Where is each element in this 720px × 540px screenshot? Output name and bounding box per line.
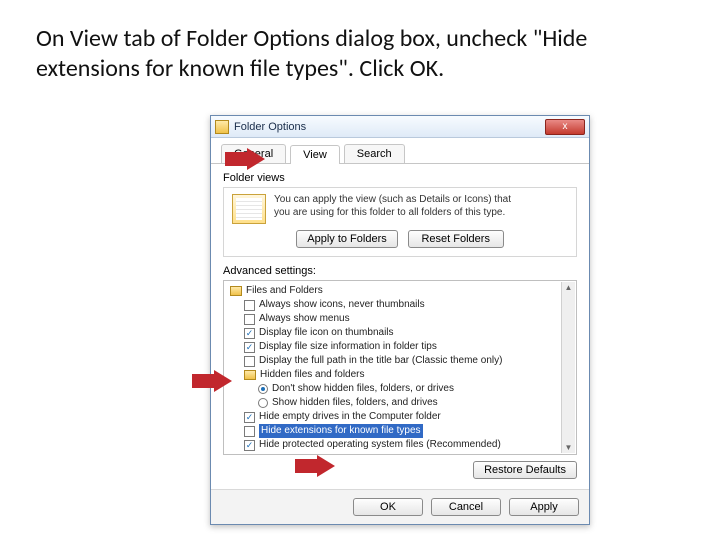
- tree-radio-label: Show hidden files, folders, and drives: [272, 396, 438, 410]
- scrollbar[interactable]: [561, 282, 575, 453]
- dialog-buttons: OK Cancel Apply: [211, 489, 589, 524]
- tab-view[interactable]: View: [290, 145, 340, 164]
- apply-button[interactable]: Apply: [509, 498, 579, 516]
- callout-arrow-hide-extensions: [192, 370, 232, 392]
- tab-search[interactable]: Search: [344, 144, 405, 163]
- tree-item[interactable]: Always show menus: [242, 312, 572, 326]
- tree-item[interactable]: Display file icon on thumbnails: [242, 326, 572, 340]
- cancel-button[interactable]: Cancel: [431, 498, 501, 516]
- radio-icon[interactable]: [258, 384, 268, 394]
- folder-icon: [230, 286, 242, 296]
- tree-group-hidden: Hidden files and folders: [242, 368, 572, 382]
- ok-button[interactable]: OK: [353, 498, 423, 516]
- checkbox-icon[interactable]: [244, 426, 255, 437]
- instruction-text: On View tab of Folder Options dialog box…: [36, 24, 596, 84]
- checkbox-icon[interactable]: [244, 328, 255, 339]
- tree-item-label: Display the full path in the title bar (…: [259, 354, 502, 368]
- tree-radio-label: Don't show hidden files, folders, or dri…: [272, 382, 454, 396]
- tree-item-label: Display file icon on thumbnails: [259, 326, 394, 340]
- folder-views-icon: [232, 194, 266, 224]
- tree-radio[interactable]: Show hidden files, folders, and drives: [256, 396, 572, 410]
- folder-options-dialog: Folder Options x General View Search Fol…: [210, 115, 590, 525]
- folder-icon: [244, 370, 256, 380]
- advanced-settings-label: Advanced settings:: [223, 265, 577, 277]
- tree-root: Files and Folders: [228, 284, 572, 298]
- tree-item-label: Always show icons, never thumbnails: [259, 298, 425, 312]
- tabstrip: General View Search: [211, 138, 589, 164]
- tree-item[interactable]: Display the full path in the title bar (…: [242, 354, 572, 368]
- tree-item-label: Hide extensions for known file types: [259, 424, 423, 438]
- dialog-title: Folder Options: [234, 121, 545, 133]
- tree-item-label: Display file size information in folder …: [259, 340, 437, 354]
- restore-defaults-button[interactable]: Restore Defaults: [473, 461, 577, 479]
- folder-options-icon: [215, 120, 229, 134]
- apply-to-folders-button[interactable]: Apply to Folders: [296, 230, 397, 248]
- reset-folders-button[interactable]: Reset Folders: [408, 230, 504, 248]
- tree-item[interactable]: Always show icons, never thumbnails: [242, 298, 572, 312]
- callout-arrow-view-tab: [225, 148, 265, 170]
- checkbox-icon[interactable]: [244, 314, 255, 325]
- folder-views-group: You can apply the view (such as Details …: [223, 187, 577, 257]
- advanced-settings-tree[interactable]: Files and Folders Always show icons, nev…: [223, 280, 577, 455]
- tree-item-hide-extensions[interactable]: Hide extensions for known file types: [242, 424, 572, 438]
- folder-views-desc-line1: You can apply the view (such as Details …: [274, 194, 568, 207]
- dialog-body: Folder views You can apply the view (suc…: [211, 164, 589, 489]
- checkbox-icon[interactable]: [244, 300, 255, 311]
- tree-group-label: Hidden files and folders: [260, 368, 365, 382]
- tree-radio[interactable]: Don't show hidden files, folders, or dri…: [256, 382, 572, 396]
- folder-views-label: Folder views: [223, 172, 577, 184]
- tree-item[interactable]: Display file size information in folder …: [242, 340, 572, 354]
- folder-views-desc-line2: you are using for this folder to all fol…: [274, 207, 568, 220]
- tree-item-label: Hide empty drives in the Computer folder: [259, 410, 441, 424]
- tree-item[interactable]: Hide protected operating system files (R…: [242, 438, 572, 452]
- checkbox-icon[interactable]: [244, 356, 255, 367]
- tree-item[interactable]: Hide empty drives in the Computer folder: [242, 410, 572, 424]
- tree-item-label: Hide protected operating system files (R…: [259, 438, 501, 452]
- callout-arrow-ok: [295, 455, 335, 477]
- checkbox-icon[interactable]: [244, 412, 255, 423]
- close-button[interactable]: x: [545, 119, 585, 135]
- checkbox-icon[interactable]: [244, 440, 255, 451]
- titlebar: Folder Options x: [211, 116, 589, 138]
- folder-views-desc: You can apply the view (such as Details …: [274, 194, 568, 219]
- checkbox-icon[interactable]: [244, 342, 255, 353]
- tree-root-label: Files and Folders: [246, 284, 323, 298]
- tree-item-label: Always show menus: [259, 312, 350, 326]
- radio-icon[interactable]: [258, 398, 268, 408]
